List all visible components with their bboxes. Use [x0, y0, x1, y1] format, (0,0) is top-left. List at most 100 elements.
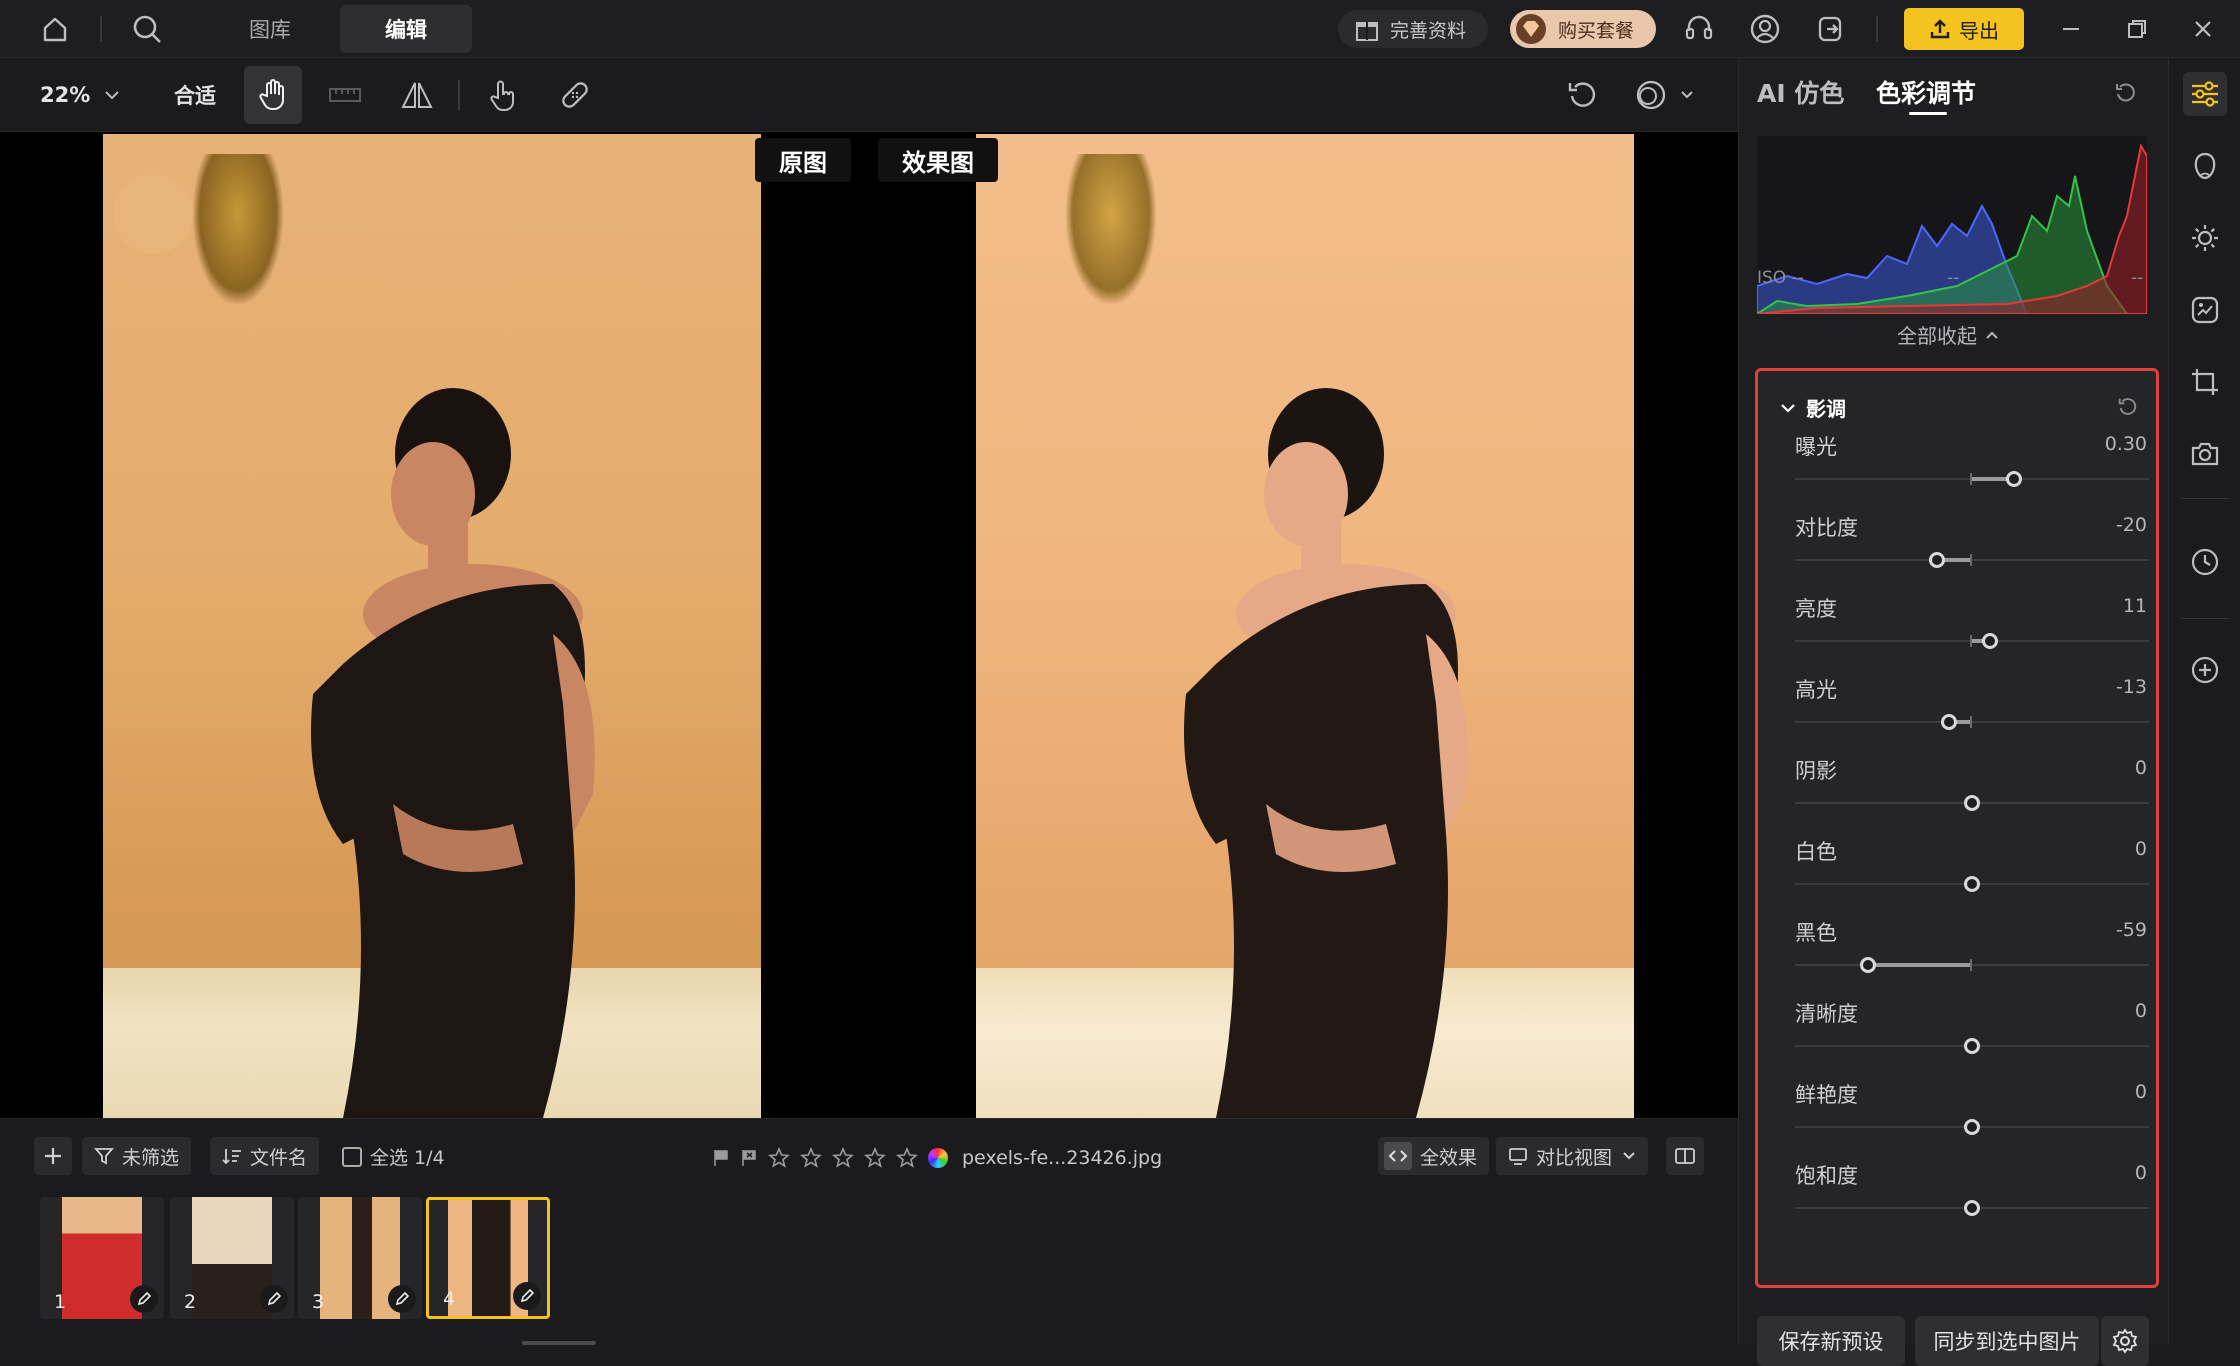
import-icon[interactable] — [1810, 8, 1852, 50]
sort-icon — [222, 1146, 242, 1166]
compare-view-dropdown[interactable]: 对比视图 — [1496, 1137, 1649, 1175]
star-icon[interactable] — [896, 1147, 918, 1169]
restore-window-icon[interactable] — [2116, 8, 2158, 50]
undo-icon[interactable] — [1554, 66, 1612, 124]
ruler-icon[interactable] — [316, 66, 374, 124]
slider-value[interactable]: 0 — [2135, 838, 2147, 860]
slider-label: 高光 — [1795, 678, 1837, 702]
minimize-icon[interactable] — [2050, 8, 2092, 50]
slider-row: 饱和度 0 — [1795, 1160, 2149, 1241]
tab-edit[interactable]: 编辑 — [340, 5, 472, 53]
complete-profile-button[interactable]: 完善资料 — [1338, 10, 1488, 48]
settings-gear-icon[interactable] — [2101, 1316, 2149, 1366]
reset-icon[interactable] — [2113, 80, 2139, 106]
slider-value[interactable]: -13 — [2116, 676, 2147, 698]
collapse-all-button[interactable]: 全部收起 — [1897, 320, 1999, 349]
thumbnail-1[interactable]: 1 — [40, 1197, 164, 1319]
slider-value[interactable]: 0 — [2135, 1162, 2147, 1184]
sync-to-selected-button[interactable]: 同步到选中图片 — [1915, 1316, 2099, 1366]
hand-tool-icon[interactable] — [244, 66, 302, 124]
add-plugin-icon[interactable] — [2183, 648, 2227, 692]
buy-package-button[interactable]: 购买套餐 — [1510, 10, 1656, 48]
split-view-icon[interactable] — [1666, 1137, 1704, 1175]
all-effects-label: 全效果 — [1420, 1146, 1478, 1169]
edit-pencil-icon[interactable] — [260, 1285, 288, 1313]
slider-value[interactable]: 0 — [2135, 1081, 2147, 1103]
star-icon[interactable] — [832, 1147, 854, 1169]
buy-package-label: 购买套餐 — [1558, 19, 1635, 42]
filter-button[interactable]: 未筛选 — [82, 1137, 192, 1175]
slider-value[interactable]: 0 — [2135, 757, 2147, 779]
edit-pencil-icon[interactable] — [130, 1285, 158, 1313]
chevron-up-icon — [1985, 330, 1999, 340]
model-silhouette — [1184, 388, 1468, 1118]
home-icon[interactable] — [34, 8, 76, 50]
tool-sidebar — [2168, 58, 2240, 1344]
thumbnail-4[interactable]: 4 — [426, 1197, 550, 1319]
section-reset-icon[interactable] — [2116, 395, 2140, 419]
tab-color-adjust[interactable]: 色彩调节 — [1876, 74, 1976, 110]
star-icon[interactable] — [768, 1147, 790, 1169]
star-icon[interactable] — [800, 1147, 822, 1169]
slider-knob[interactable] — [1964, 795, 1980, 811]
slider-knob[interactable] — [1940, 714, 1957, 730]
all-effects-button[interactable]: 全效果 — [1378, 1137, 1490, 1175]
slider-value[interactable]: 11 — [2123, 595, 2147, 617]
bandage-icon[interactable] — [546, 66, 604, 124]
export-button[interactable]: 导出 — [1904, 8, 2024, 50]
slider-value[interactable]: -59 — [2116, 919, 2147, 941]
slider-knob[interactable] — [2006, 471, 2023, 487]
add-icon[interactable] — [34, 1137, 72, 1175]
slider-knob[interactable] — [1981, 633, 1998, 649]
support-headset-icon[interactable] — [1678, 8, 1720, 50]
flag-pick-icon[interactable] — [712, 1148, 730, 1168]
close-icon[interactable] — [2182, 8, 2224, 50]
slider-knob[interactable] — [1964, 1119, 1980, 1135]
thumbnail-2[interactable]: 2 — [170, 1197, 294, 1319]
slider-value[interactable]: 0 — [2135, 1000, 2147, 1022]
fit-button[interactable]: 合适 — [174, 80, 216, 110]
star-icon[interactable] — [864, 1147, 886, 1169]
history-clock-icon[interactable] — [2183, 540, 2227, 584]
local-edit-icon[interactable] — [2183, 288, 2227, 332]
export-label: 导出 — [1959, 18, 1999, 43]
adjust-sliders-icon[interactable] — [2183, 72, 2227, 116]
sort-button[interactable]: 文件名 — [210, 1137, 320, 1175]
slider-track[interactable] — [1795, 559, 2149, 561]
crop-icon[interactable] — [2183, 360, 2227, 404]
search-icon[interactable] — [126, 8, 168, 50]
flag-reject-icon[interactable] — [740, 1148, 758, 1168]
slider-label: 阴影 — [1795, 759, 1837, 783]
tab-ai-color[interactable]: AI 仿色 — [1757, 74, 1844, 110]
filmstrip-scrollbar[interactable] — [522, 1341, 596, 1345]
slider-knob[interactable] — [1964, 876, 1980, 892]
slider-knob[interactable] — [1859, 957, 1876, 973]
tab-gallery[interactable]: 图库 — [222, 5, 318, 53]
slider-track[interactable] — [1795, 721, 2149, 723]
color-label-icon[interactable] — [928, 1148, 948, 1168]
mask-dropdown[interactable] — [1624, 66, 1704, 124]
light-sun-icon[interactable] — [2183, 216, 2227, 260]
thumbnail-3[interactable]: 3 — [298, 1197, 422, 1319]
slider-knob[interactable] — [1928, 552, 1945, 568]
slider-value[interactable]: 0.30 — [2105, 433, 2147, 455]
retouch-face-icon[interactable] — [2183, 144, 2227, 188]
select-all-checkbox[interactable]: 全选 1/4 — [342, 1143, 445, 1170]
edit-pencil-icon[interactable] — [513, 1282, 541, 1310]
slider-knob[interactable] — [1964, 1200, 1980, 1216]
slider-track[interactable] — [1795, 964, 2149, 966]
effect-photo[interactable] — [976, 134, 1634, 1118]
user-avatar-icon[interactable] — [1744, 8, 1786, 50]
slider-value[interactable]: -20 — [2116, 514, 2147, 536]
divider — [2181, 498, 2229, 499]
original-photo[interactable] — [103, 134, 761, 1118]
touch-pointer-icon[interactable] — [474, 66, 532, 124]
camera-icon[interactable] — [2183, 432, 2227, 476]
zoom-dropdown[interactable]: 22% — [40, 78, 120, 112]
flip-icon[interactable] — [388, 66, 446, 124]
slider-label: 黑色 — [1795, 921, 1837, 945]
slider-knob[interactable] — [1964, 1038, 1980, 1054]
save-preset-button[interactable]: 保存新预设 — [1757, 1316, 1905, 1366]
edit-pencil-icon[interactable] — [388, 1285, 416, 1313]
tone-section-header[interactable]: 影调 — [1780, 393, 1846, 422]
